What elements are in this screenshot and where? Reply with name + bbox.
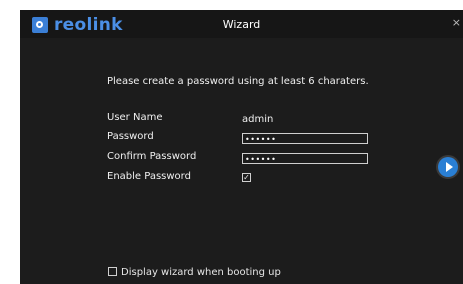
enable-password-checkbox[interactable]: ✓ (242, 173, 251, 182)
username-label: User Name (107, 112, 163, 123)
display-wizard-option[interactable]: Display wizard when booting up (108, 267, 281, 278)
display-wizard-label: Display wizard when booting up (121, 267, 281, 278)
password-field[interactable]: •••••• (242, 133, 368, 144)
display-wizard-checkbox[interactable] (108, 267, 117, 276)
instruction-text: Please create a password using at least … (107, 76, 369, 87)
next-arrow-icon[interactable] (438, 157, 458, 177)
wizard-window: reolink Wizard × Please create a passwor… (20, 10, 463, 284)
confirm-password-label: Confirm Password (107, 151, 197, 162)
password-label: Password (107, 131, 154, 142)
window-title: Wizard (222, 18, 261, 31)
title-bar: reolink Wizard × (20, 10, 463, 38)
close-icon[interactable]: × (452, 16, 461, 29)
username-value: admin (242, 114, 274, 125)
confirm-password-field[interactable]: •••••• (242, 153, 368, 164)
enable-password-label: Enable Password (107, 171, 191, 182)
